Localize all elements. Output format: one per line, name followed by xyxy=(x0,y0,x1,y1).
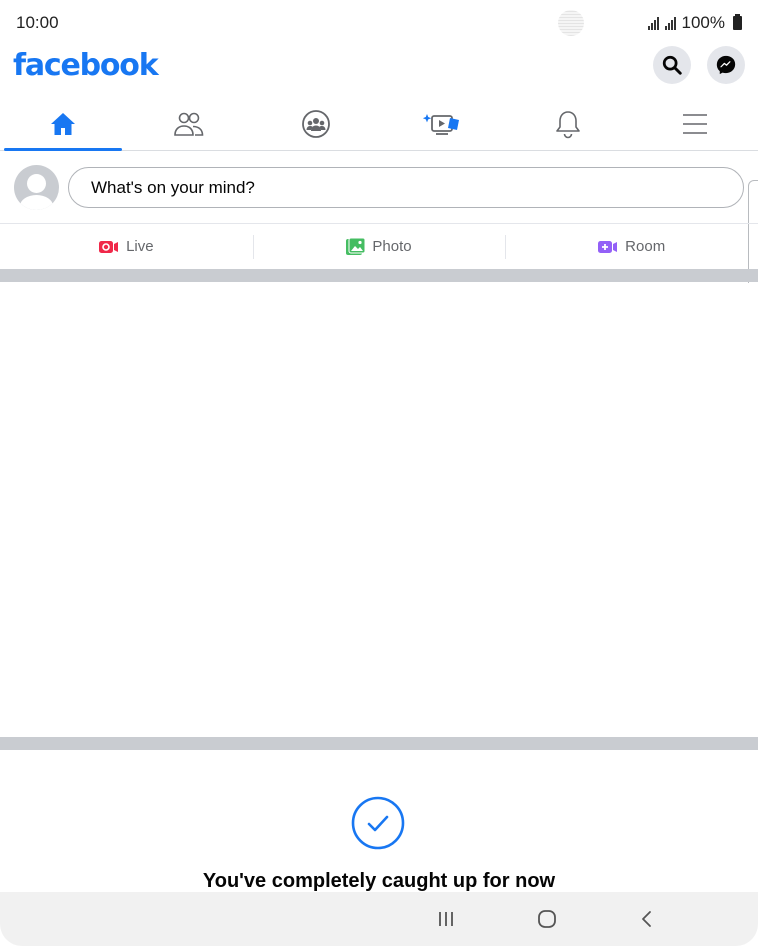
menu-icon xyxy=(682,114,707,134)
status-indicators: 100% xyxy=(647,13,742,33)
main-tab-bar xyxy=(0,98,758,151)
recent-apps-icon xyxy=(439,912,453,926)
search-icon xyxy=(662,55,682,75)
feed-area xyxy=(0,283,758,737)
friends-icon xyxy=(174,112,204,136)
home-nav-icon xyxy=(538,910,556,928)
bell-icon xyxy=(556,111,581,139)
checkmark-circle-icon xyxy=(351,796,405,850)
photo-icon xyxy=(346,237,366,255)
watch-icon xyxy=(423,114,460,135)
whats-on-your-mind-input[interactable]: What's on your mind? xyxy=(68,167,744,208)
facebook-logo[interactable]: facebook xyxy=(13,48,159,83)
battery-percent: 100% xyxy=(681,13,725,32)
signal-icon-2 xyxy=(664,16,676,30)
groups-icon xyxy=(301,110,330,138)
photo-button[interactable]: Photo xyxy=(252,224,506,269)
live-video-icon xyxy=(99,240,119,253)
tab-home[interactable] xyxy=(0,98,126,151)
live-label: Live xyxy=(126,238,154,255)
room-button[interactable]: Room xyxy=(505,224,758,269)
caught-up-title: You've completely caught up for now xyxy=(202,870,556,892)
tab-notifications[interactable] xyxy=(505,98,631,150)
messenger-button[interactable] xyxy=(707,46,745,84)
tab-watch[interactable] xyxy=(379,98,505,150)
home-icon xyxy=(51,113,76,135)
avatar[interactable] xyxy=(14,165,59,210)
tab-groups[interactable] xyxy=(253,98,379,150)
status-time: 10:00 xyxy=(16,13,59,32)
tab-friends[interactable] xyxy=(126,98,252,150)
live-button[interactable]: Live xyxy=(0,224,253,269)
room-video-icon xyxy=(598,240,618,253)
battery-icon xyxy=(733,14,742,30)
caught-up-section: You've completely caught up for now xyxy=(0,750,758,892)
front-camera xyxy=(558,10,584,36)
composer-actions: Live Photo Room xyxy=(0,223,758,269)
back-icon xyxy=(642,911,651,927)
feed-divider xyxy=(0,269,758,282)
status-bar: 10:00 100% xyxy=(0,0,758,44)
home-nav-button[interactable] xyxy=(527,906,567,932)
feed-divider-2 xyxy=(0,737,758,750)
room-label: Room xyxy=(625,238,666,255)
messenger-icon xyxy=(716,55,736,75)
recent-apps-button[interactable] xyxy=(426,906,466,932)
post-composer: What's on your mind? xyxy=(0,160,758,216)
tab-menu[interactable] xyxy=(632,98,758,150)
back-button[interactable] xyxy=(627,906,667,932)
signal-icon xyxy=(647,16,659,30)
photo-label: Photo xyxy=(372,238,412,255)
search-button[interactable] xyxy=(653,46,691,84)
system-nav-bar xyxy=(0,892,758,946)
app-header: facebook xyxy=(0,44,758,94)
